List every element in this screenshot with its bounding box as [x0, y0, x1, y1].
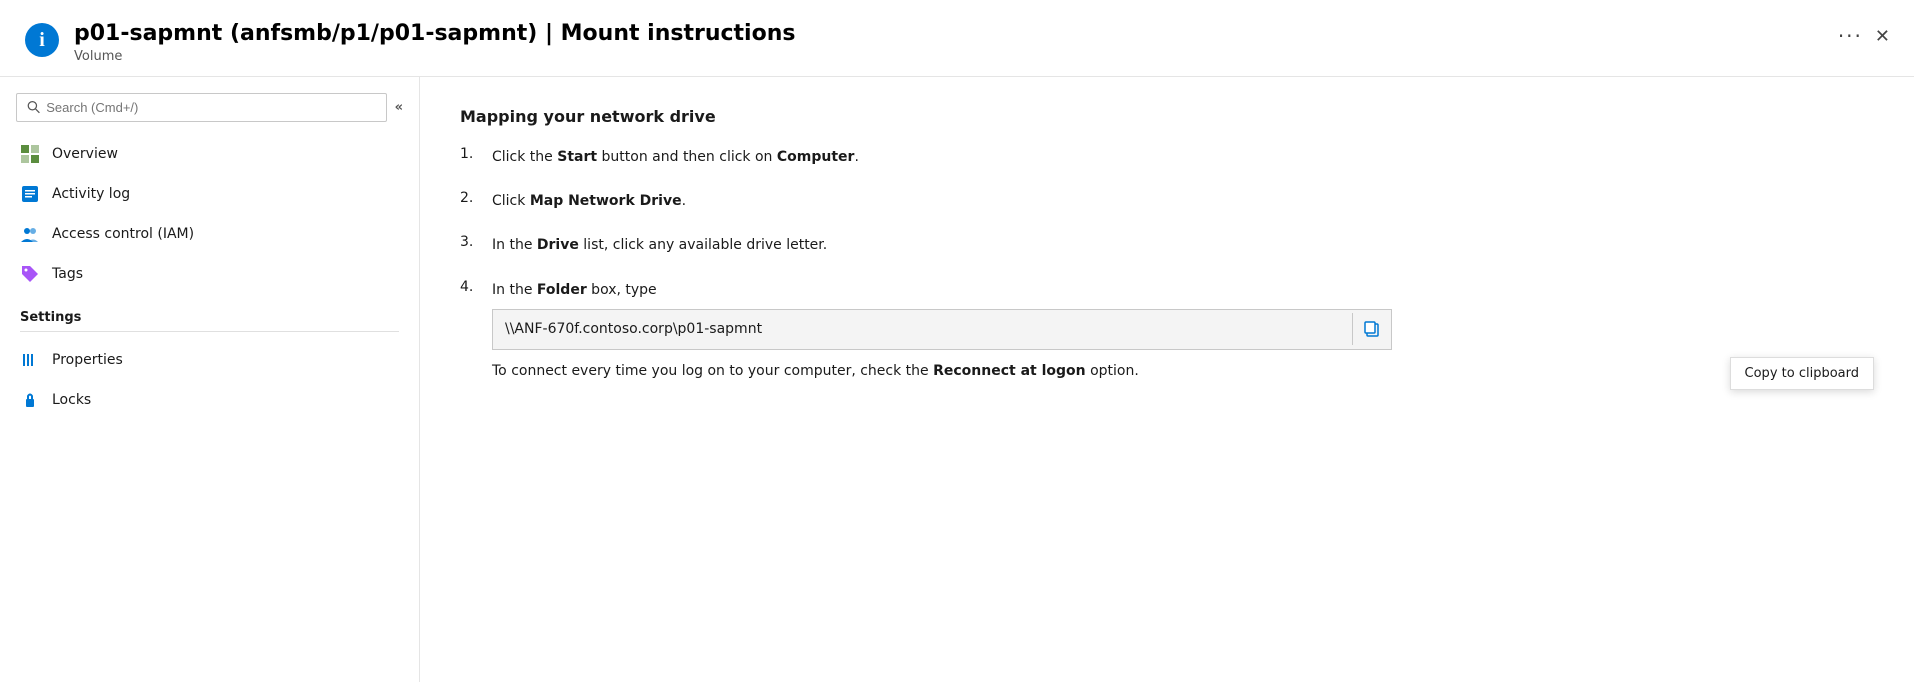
instructions-title: Mapping your network drive — [460, 107, 1874, 126]
step-3: 3. In the Drive list, click any availabl… — [460, 234, 1874, 256]
sidebar-item-activity-log[interactable]: Activity log — [0, 174, 419, 214]
sidebar-item-properties[interactable]: Properties — [0, 340, 419, 380]
reconnect-text: To connect every time you log on to your… — [492, 360, 1392, 382]
body: « Overview — [0, 77, 1914, 682]
step-4-text-after: box, type — [587, 282, 657, 298]
copy-tooltip: Copy to clipboard — [1730, 357, 1874, 390]
sidebar-item-label-iam: Access control (IAM) — [52, 226, 194, 242]
info-icon: i — [24, 22, 60, 58]
step-4-num: 4. — [460, 279, 480, 295]
step-2-content: Click Map Network Drive. — [492, 190, 686, 212]
step-3-content: In the Drive list, click any available d… — [492, 234, 827, 256]
sidebar-item-label-properties: Properties — [52, 352, 123, 368]
step-1-text-before: Click the — [492, 149, 557, 165]
sidebar-item-overview[interactable]: Overview — [0, 134, 419, 174]
step-1: 1. Click the Start button and then click… — [460, 146, 1874, 168]
folder-input-container: \\ANF-670f.contoso.corp\p01-sapmnt — [492, 309, 1392, 349]
overview-icon — [20, 144, 40, 164]
search-box[interactable] — [16, 93, 387, 122]
step-4: 4. In the Folder box, type \\ANF-670f.co… — [460, 279, 1874, 382]
locks-icon — [20, 390, 40, 410]
step-2-bold1: Map Network Drive — [530, 193, 682, 209]
step-1-bold2: Computer — [777, 149, 855, 165]
instructions-list: 1. Click the Start button and then click… — [460, 146, 1874, 382]
header-actions: ··· ✕ — [1838, 20, 1890, 48]
sidebar-item-iam[interactable]: Access control (IAM) — [0, 214, 419, 254]
search-input[interactable] — [46, 100, 375, 115]
collapse-button[interactable]: « — [395, 100, 403, 115]
iam-icon — [20, 224, 40, 244]
step-2-num: 2. — [460, 190, 480, 206]
step-3-text-after: list, click any available drive letter. — [579, 237, 827, 253]
page-header: i p01-sapmnt (anfsmb/p1/p01-sapmnt) | Mo… — [0, 0, 1914, 77]
more-options-button[interactable]: ··· — [1838, 24, 1863, 48]
search-row: « — [0, 93, 419, 134]
activity-log-icon — [20, 184, 40, 204]
step-2-text-before: Click — [492, 193, 530, 209]
sidebar-item-label-locks: Locks — [52, 392, 91, 408]
step-1-text-mid: button and then click on — [597, 149, 777, 165]
settings-section-header: Settings — [0, 294, 419, 331]
svg-text:i: i — [39, 29, 45, 51]
sidebar-item-tags[interactable]: Tags — [0, 254, 419, 294]
step-3-num: 3. — [460, 234, 480, 250]
step-3-bold1: Drive — [537, 237, 579, 253]
step-4-text: In the Folder box, type — [492, 279, 1392, 301]
sidebar-item-label-activity: Activity log — [52, 186, 130, 202]
step-2: 2. Click Map Network Drive. — [460, 190, 1874, 212]
sidebar-item-locks[interactable]: Locks — [0, 380, 419, 420]
header-text-block: p01-sapmnt (anfsmb/p1/p01-sapmnt) | Moun… — [74, 20, 1824, 64]
sidebar-item-label-overview: Overview — [52, 146, 118, 162]
step-3-text-before: In the — [492, 237, 537, 253]
search-icon — [27, 100, 40, 114]
properties-icon — [20, 350, 40, 370]
step-1-text-after: . — [854, 149, 858, 165]
step-4-bold1: Folder — [537, 282, 587, 298]
reconnect-text-before: To connect every time you log on to your… — [492, 363, 933, 379]
step-1-bold1: Start — [557, 149, 597, 165]
main-content: Mapping your network drive 1. Click the … — [420, 77, 1914, 682]
tags-icon — [20, 264, 40, 284]
copy-to-clipboard-button[interactable] — [1352, 313, 1391, 345]
step-4-content: In the Folder box, type \\ANF-670f.conto… — [492, 279, 1392, 382]
page-title: p01-sapmnt (anfsmb/p1/p01-sapmnt) | Moun… — [74, 20, 1824, 49]
step-1-content: Click the Start button and then click on… — [492, 146, 859, 168]
step-1-num: 1. — [460, 146, 480, 162]
sidebar: « Overview — [0, 77, 420, 682]
close-button[interactable]: ✕ — [1875, 26, 1890, 47]
step-2-text-after: . — [682, 193, 686, 209]
reconnect-text-after: option. — [1086, 363, 1139, 379]
sidebar-item-label-tags: Tags — [52, 266, 83, 282]
step-4-text-before: In the — [492, 282, 537, 298]
reconnect-bold: Reconnect at logon — [933, 363, 1086, 379]
folder-path-value: \\ANF-670f.contoso.corp\p01-sapmnt — [493, 310, 1352, 348]
settings-divider — [20, 331, 399, 332]
copy-icon — [1363, 320, 1381, 338]
resource-type: Volume — [74, 49, 1824, 64]
